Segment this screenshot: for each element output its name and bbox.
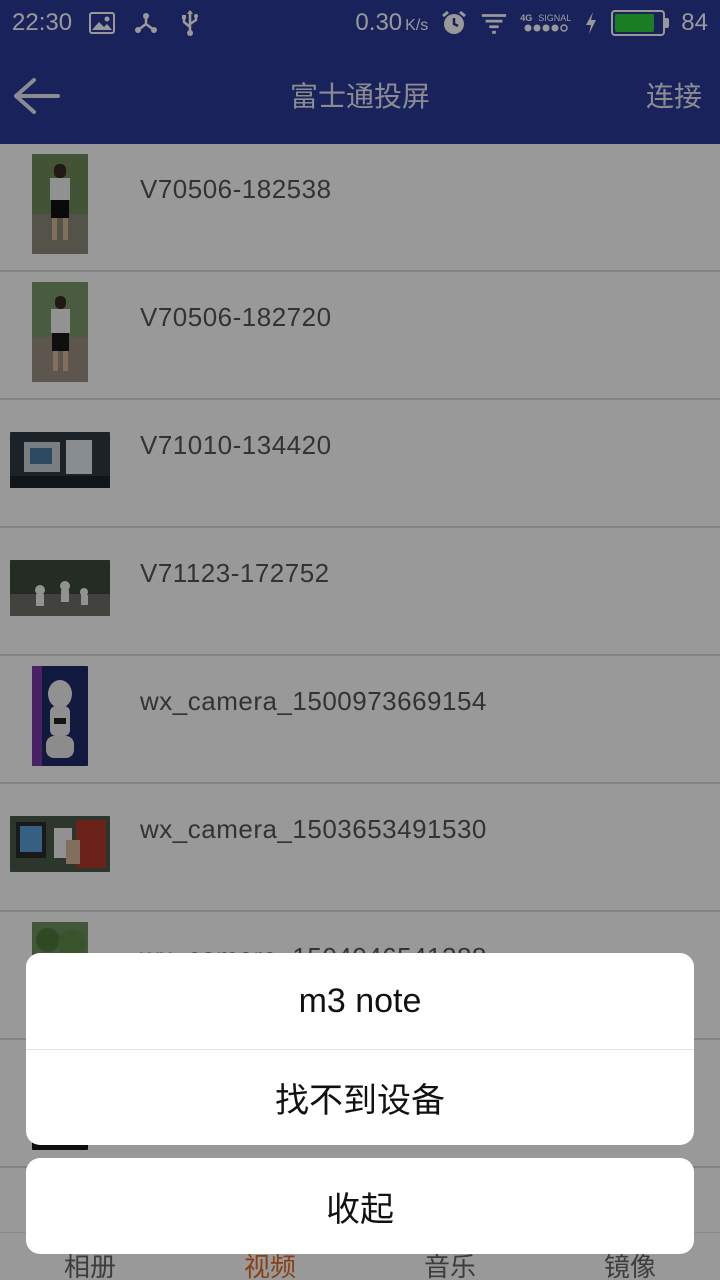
collapse-button[interactable]: 收起 xyxy=(26,1158,694,1254)
device-sheet: m3 note 找不到设备 xyxy=(26,953,694,1145)
device-option[interactable]: m3 note xyxy=(26,953,694,1049)
device-not-found-option[interactable]: 找不到设备 xyxy=(26,1049,694,1145)
